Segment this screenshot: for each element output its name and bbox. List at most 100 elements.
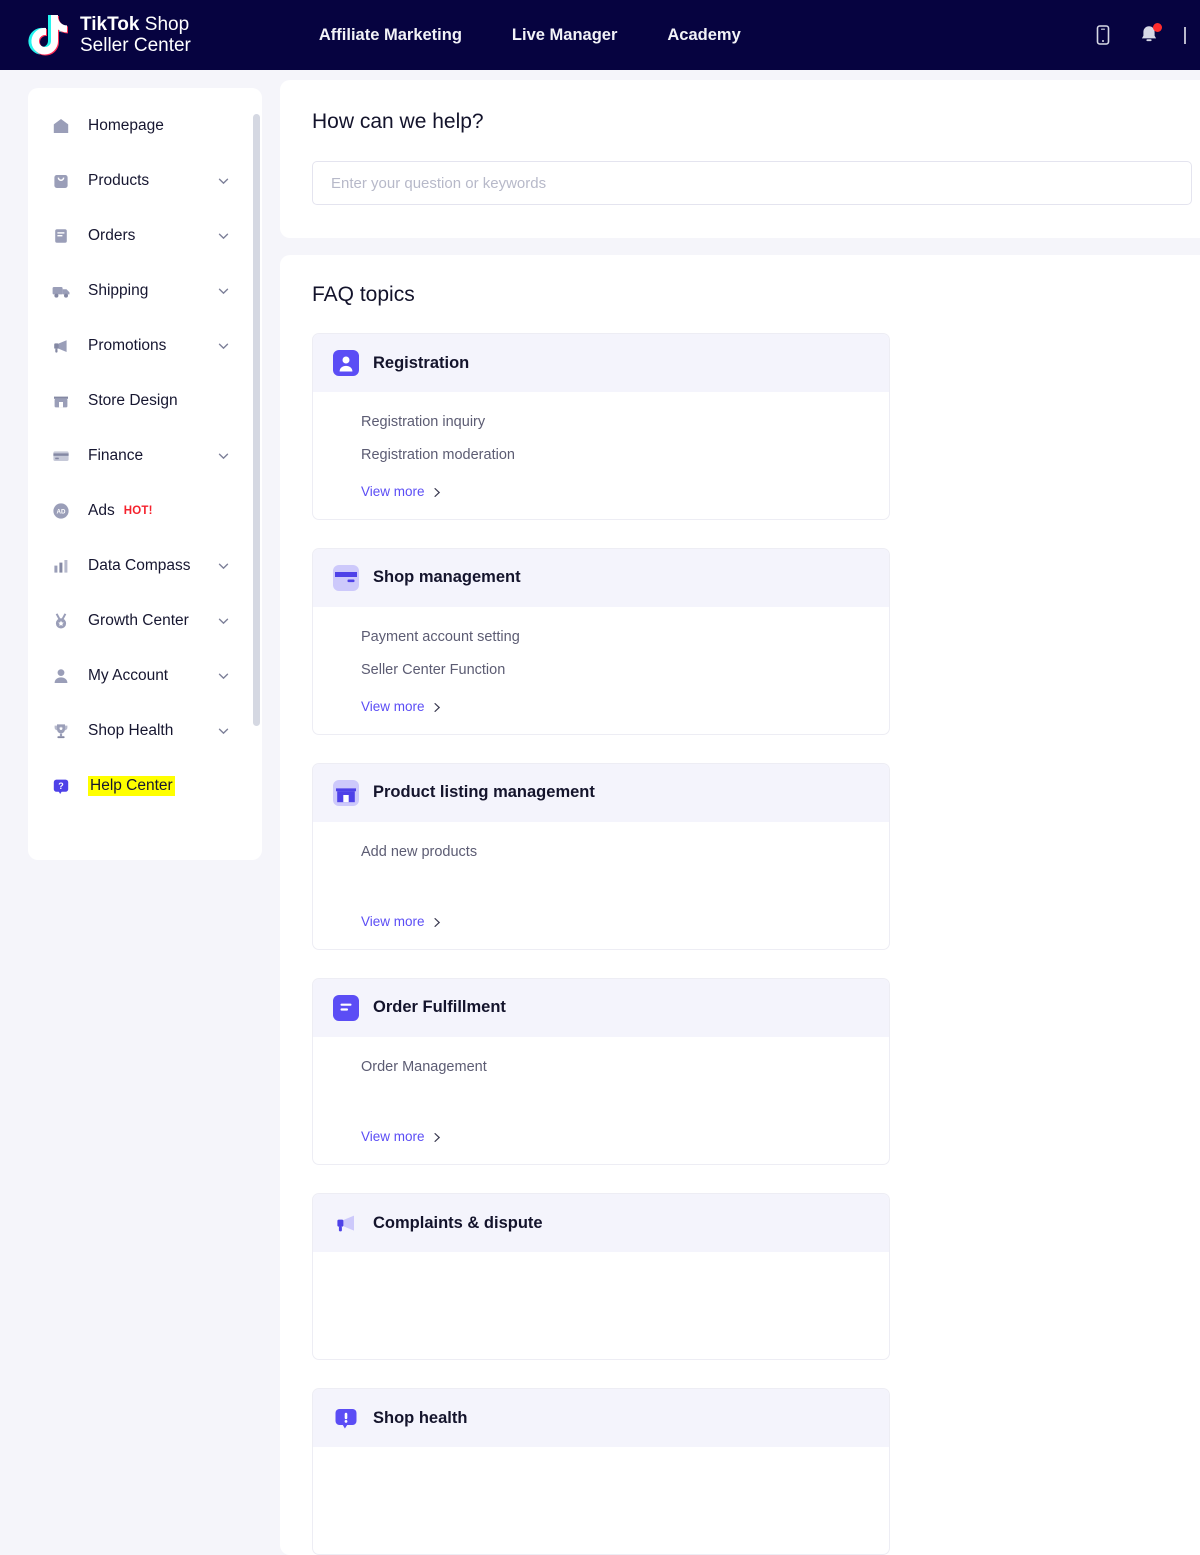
sidebar-item-label: Shipping [88,282,148,300]
sidebar-item-products[interactable]: Products [28,161,262,201]
ad-circle-icon: AD [50,500,72,522]
chevron-down-icon[interactable] [217,725,230,738]
search-container [312,161,1188,205]
faq-card-shop-health[interactable]: Shop health [312,1388,890,1555]
faq-card-product-listing-management[interactable]: Product listing management Add new produ… [312,763,890,950]
faq-card-title: Shop management [373,568,521,587]
faq-card-shop-management[interactable]: Shop management Payment account setting … [312,548,890,735]
sidebar-item-label: Data Compass [88,557,191,575]
chevron-right-icon [433,1131,442,1142]
faq-card-title: Order Fulfillment [373,998,506,1017]
sidebar-item-homepage[interactable]: Homepage [28,106,262,146]
sidebar-item-label: Growth Center [88,612,189,630]
person-icon [50,665,72,687]
help-search-panel: How can we help? [280,80,1200,238]
document-icon [50,225,72,247]
sidebar-item-shipping[interactable]: Shipping [28,271,262,311]
store-front-icon [333,780,359,806]
sidebar-scrollbar-track[interactable] [254,100,261,848]
brand-subtitle: Seller Center [80,35,191,56]
notification-badge [1153,23,1162,32]
layout-spacer [361,1092,869,1126]
sidebar-item-label: Store Design [88,392,178,410]
megaphone-icon [50,335,72,357]
mobile-phone-icon[interactable] [1092,23,1114,47]
faq-card-body: Order Management View more [313,1037,889,1164]
chevron-down-icon[interactable] [217,450,230,463]
sidebar-item-finance[interactable]: Finance [28,436,262,476]
view-more-button[interactable]: View more [361,1129,442,1144]
trophy-icon [50,720,72,742]
header-actions [1092,0,1200,70]
faq-card-header: Shop management [313,549,889,607]
faq-card-header: Registration [313,334,889,392]
faq-card-link[interactable]: Registration inquiry [361,414,869,431]
chevron-down-icon[interactable] [217,230,230,243]
header-divider [1184,27,1186,44]
store-icon [50,390,72,412]
view-more-label: View more [361,699,425,714]
chevron-down-icon[interactable] [217,175,230,188]
top-header: TikTok Shop Seller Center Affiliate Mark… [0,0,1200,70]
home-icon [50,115,72,137]
faq-panel: FAQ topics Registration Registration inq… [280,255,1200,1555]
faq-card-registration[interactable]: Registration Registration inquiry Regist… [312,333,890,520]
credit-card-icon [333,565,359,591]
faq-card-link[interactable]: Add new products [361,844,869,861]
faq-card-body: Registration inquiry Registration modera… [313,392,889,519]
sidebar-item-ads[interactable]: AD Ads HOT! [28,491,262,531]
view-more-button[interactable]: View more [361,699,442,714]
sidebar-item-shop-health[interactable]: Shop Health [28,711,262,751]
truck-icon [50,280,72,302]
chevron-down-icon[interactable] [217,560,230,573]
faq-card-header: Order Fulfillment [313,979,889,1037]
chevron-down-icon[interactable] [217,340,230,353]
faq-card-order-fulfillment[interactable]: Order Fulfillment Order Management View … [312,978,890,1165]
faq-card-title: Shop health [373,1409,467,1428]
view-more-button[interactable]: View more [361,484,442,499]
faq-card-link[interactable]: Order Management [361,1059,869,1076]
svg-text:?: ? [58,781,64,791]
sidebar-item-data-compass[interactable]: Data Compass [28,546,262,586]
chevron-down-icon[interactable] [217,285,230,298]
view-more-label: View more [361,484,425,499]
sidebar-item-orders[interactable]: Orders [28,216,262,256]
sidebar-item-label: Ads [88,502,115,520]
sidebar-item-store-design[interactable]: Store Design [28,381,262,421]
view-more-button[interactable]: View more [361,914,442,929]
faq-card-complaints-dispute[interactable]: Complaints & dispute [312,1193,890,1360]
faq-card-link[interactable]: Seller Center Function [361,662,869,679]
layout-spacer [361,877,869,911]
sidebar-item-help-center[interactable]: ? Help Center [28,766,262,806]
chevron-right-icon [433,486,442,497]
main-content: How can we help? FAQ topics Registration… [280,80,1200,1555]
sidebar-items: Homepage Products Orders Shipping [28,88,262,806]
nav-item-live-manager[interactable]: Live Manager [512,26,617,45]
faq-card-header: Product listing management [313,764,889,822]
chevron-down-icon[interactable] [217,670,230,683]
faq-card-title: Product listing management [373,783,595,802]
alert-bubble-icon [333,1405,359,1431]
brand-logo[interactable]: TikTok Shop Seller Center [28,13,191,57]
sidebar-item-promotions[interactable]: Promotions [28,326,262,366]
sidebar-item-label: Homepage [88,117,164,135]
nav-item-academy[interactable]: Academy [667,26,740,45]
sidebar-item-label: Orders [88,227,135,245]
faq-card-title: Complaints & dispute [373,1214,543,1233]
sidebar-item-growth-center[interactable]: Growth Center [28,601,262,641]
nav-item-affiliate-marketing[interactable]: Affiliate Marketing [319,26,462,45]
faq-card-link[interactable]: Registration moderation [361,447,869,464]
chevron-down-icon[interactable] [217,615,230,628]
notification-bell-icon[interactable] [1138,23,1160,47]
sidebar-item-my-account[interactable]: My Account [28,656,262,696]
bar-chart-icon [50,555,72,577]
tiktok-note-icon [28,13,70,57]
sidebar-scrollbar-thumb[interactable] [253,114,260,726]
faq-card-body [313,1252,889,1359]
view-more-label: View more [361,914,425,929]
bag-icon [50,170,72,192]
svg-text:AD: AD [57,509,66,516]
search-input[interactable] [312,161,1192,205]
view-more-label: View more [361,1129,425,1144]
faq-card-link[interactable]: Payment account setting [361,629,869,646]
